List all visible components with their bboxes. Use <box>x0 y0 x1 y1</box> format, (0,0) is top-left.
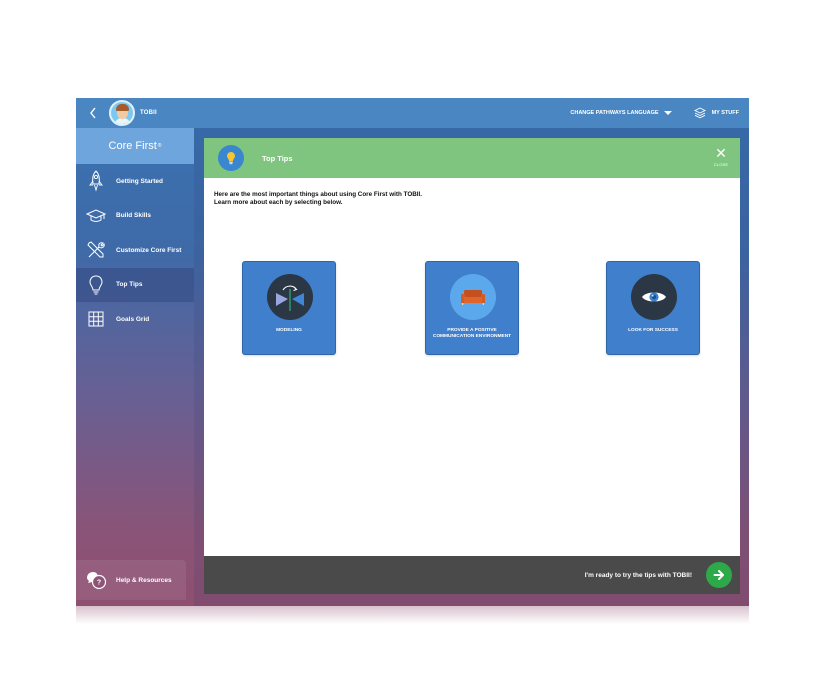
close-icon: ✕ <box>715 145 727 161</box>
page-title: Top Tips <box>262 153 293 163</box>
continue-button[interactable] <box>706 562 732 588</box>
help-label: Help & Resources <box>116 576 172 584</box>
tip-card-icon-circle <box>631 274 677 320</box>
sidebar-item-customize-core-first[interactable]: Customize Core First <box>76 233 194 268</box>
help-chat-icon: ? <box>87 572 107 590</box>
my-stuff-button[interactable]: MY STUFF <box>693 107 739 119</box>
rocket-icon <box>89 170 103 192</box>
sidebar-item-label: Goals Grid <box>116 315 150 323</box>
close-label: CLOSE <box>713 162 729 167</box>
user-name: TOBII <box>140 110 157 116</box>
lightbulb-icon <box>227 152 235 165</box>
eye-icon <box>642 292 666 302</box>
intro-line-1: Here are the most important things about… <box>214 191 423 198</box>
change-language-dropdown[interactable]: CHANGE PATHWAYS LANGUAGE <box>570 110 672 116</box>
tools-icon <box>87 241 105 258</box>
sidebar-item-getting-started[interactable]: Getting Started <box>76 164 194 199</box>
sidebar-item-label: Getting Started <box>116 177 163 185</box>
window-reflection <box>76 606 749 624</box>
intro-line-2: Learn more about each by selecting below… <box>214 198 343 206</box>
tip-card-positive-environment[interactable]: PROVIDE A POSITIVE COMMUNICATION ENVIRON… <box>425 261 519 355</box>
arrow-right-icon <box>713 570 724 580</box>
avatar[interactable] <box>109 100 135 126</box>
layers-icon <box>693 107 706 119</box>
caret-down-icon <box>663 111 672 115</box>
registered-mark: ® <box>157 143 162 149</box>
app-name: Core First <box>108 140 157 152</box>
sidebar-item-label: Customize Core First <box>116 246 182 254</box>
tip-card-label: MODELING <box>276 328 302 333</box>
sidebar: Core First ® Getting Started Build Skill… <box>76 128 194 606</box>
top-bar: TOBII CHANGE PATHWAYS LANGUAGE MY STUFF <box>76 98 749 128</box>
svg-text:?: ? <box>97 580 101 587</box>
ready-text: I'm ready to try the tips with TOBII! <box>584 571 692 579</box>
chevron-left-icon <box>90 107 96 119</box>
intro-text: Here are the most important things about… <box>214 191 422 206</box>
tip-card-icon-circle <box>450 274 496 320</box>
header-icon-badge <box>218 145 244 171</box>
sidebar-item-goals-grid[interactable]: Goals Grid <box>76 302 194 337</box>
tip-card-modeling[interactable]: MODELING <box>242 261 336 355</box>
footer-bar: I'm ready to try the tips with TOBII! <box>204 556 740 594</box>
back-button[interactable] <box>82 98 104 128</box>
top-tips-header: Top Tips ✕ CLOSE <box>204 138 740 178</box>
app-window: TOBII CHANGE PATHWAYS LANGUAGE MY STUFF … <box>76 98 749 606</box>
tip-card-icon-circle <box>267 274 313 320</box>
my-stuff-label: MY STUFF <box>711 110 739 116</box>
tip-card-look-for-success[interactable]: LOOK FOR SUCCESS <box>606 261 700 355</box>
change-language-label: CHANGE PATHWAYS LANGUAGE <box>570 110 659 116</box>
sidebar-item-help-resources[interactable]: ? Help & Resources <box>76 560 186 600</box>
sofa-icon <box>461 290 485 305</box>
lightbulb-icon <box>89 275 103 295</box>
tip-card-label: LOOK FOR SUCCESS <box>628 328 678 333</box>
tip-card-label: PROVIDE A POSITIVE COMMUNICATION ENVIRON… <box>432 328 512 339</box>
sidebar-title: Core First ® <box>76 128 194 164</box>
graduation-cap-icon <box>86 209 106 222</box>
grid-icon <box>88 311 104 327</box>
sidebar-item-label: Build Skills <box>116 212 152 220</box>
content-area: Here are the most important things about… <box>204 178 740 556</box>
sidebar-item-top-tips[interactable]: Top Tips <box>76 267 194 302</box>
sidebar-item-build-skills[interactable]: Build Skills <box>76 199 194 234</box>
close-button[interactable]: ✕ CLOSE <box>710 146 732 167</box>
modeling-icon <box>276 285 304 311</box>
sidebar-item-label: Top Tips <box>116 281 143 289</box>
